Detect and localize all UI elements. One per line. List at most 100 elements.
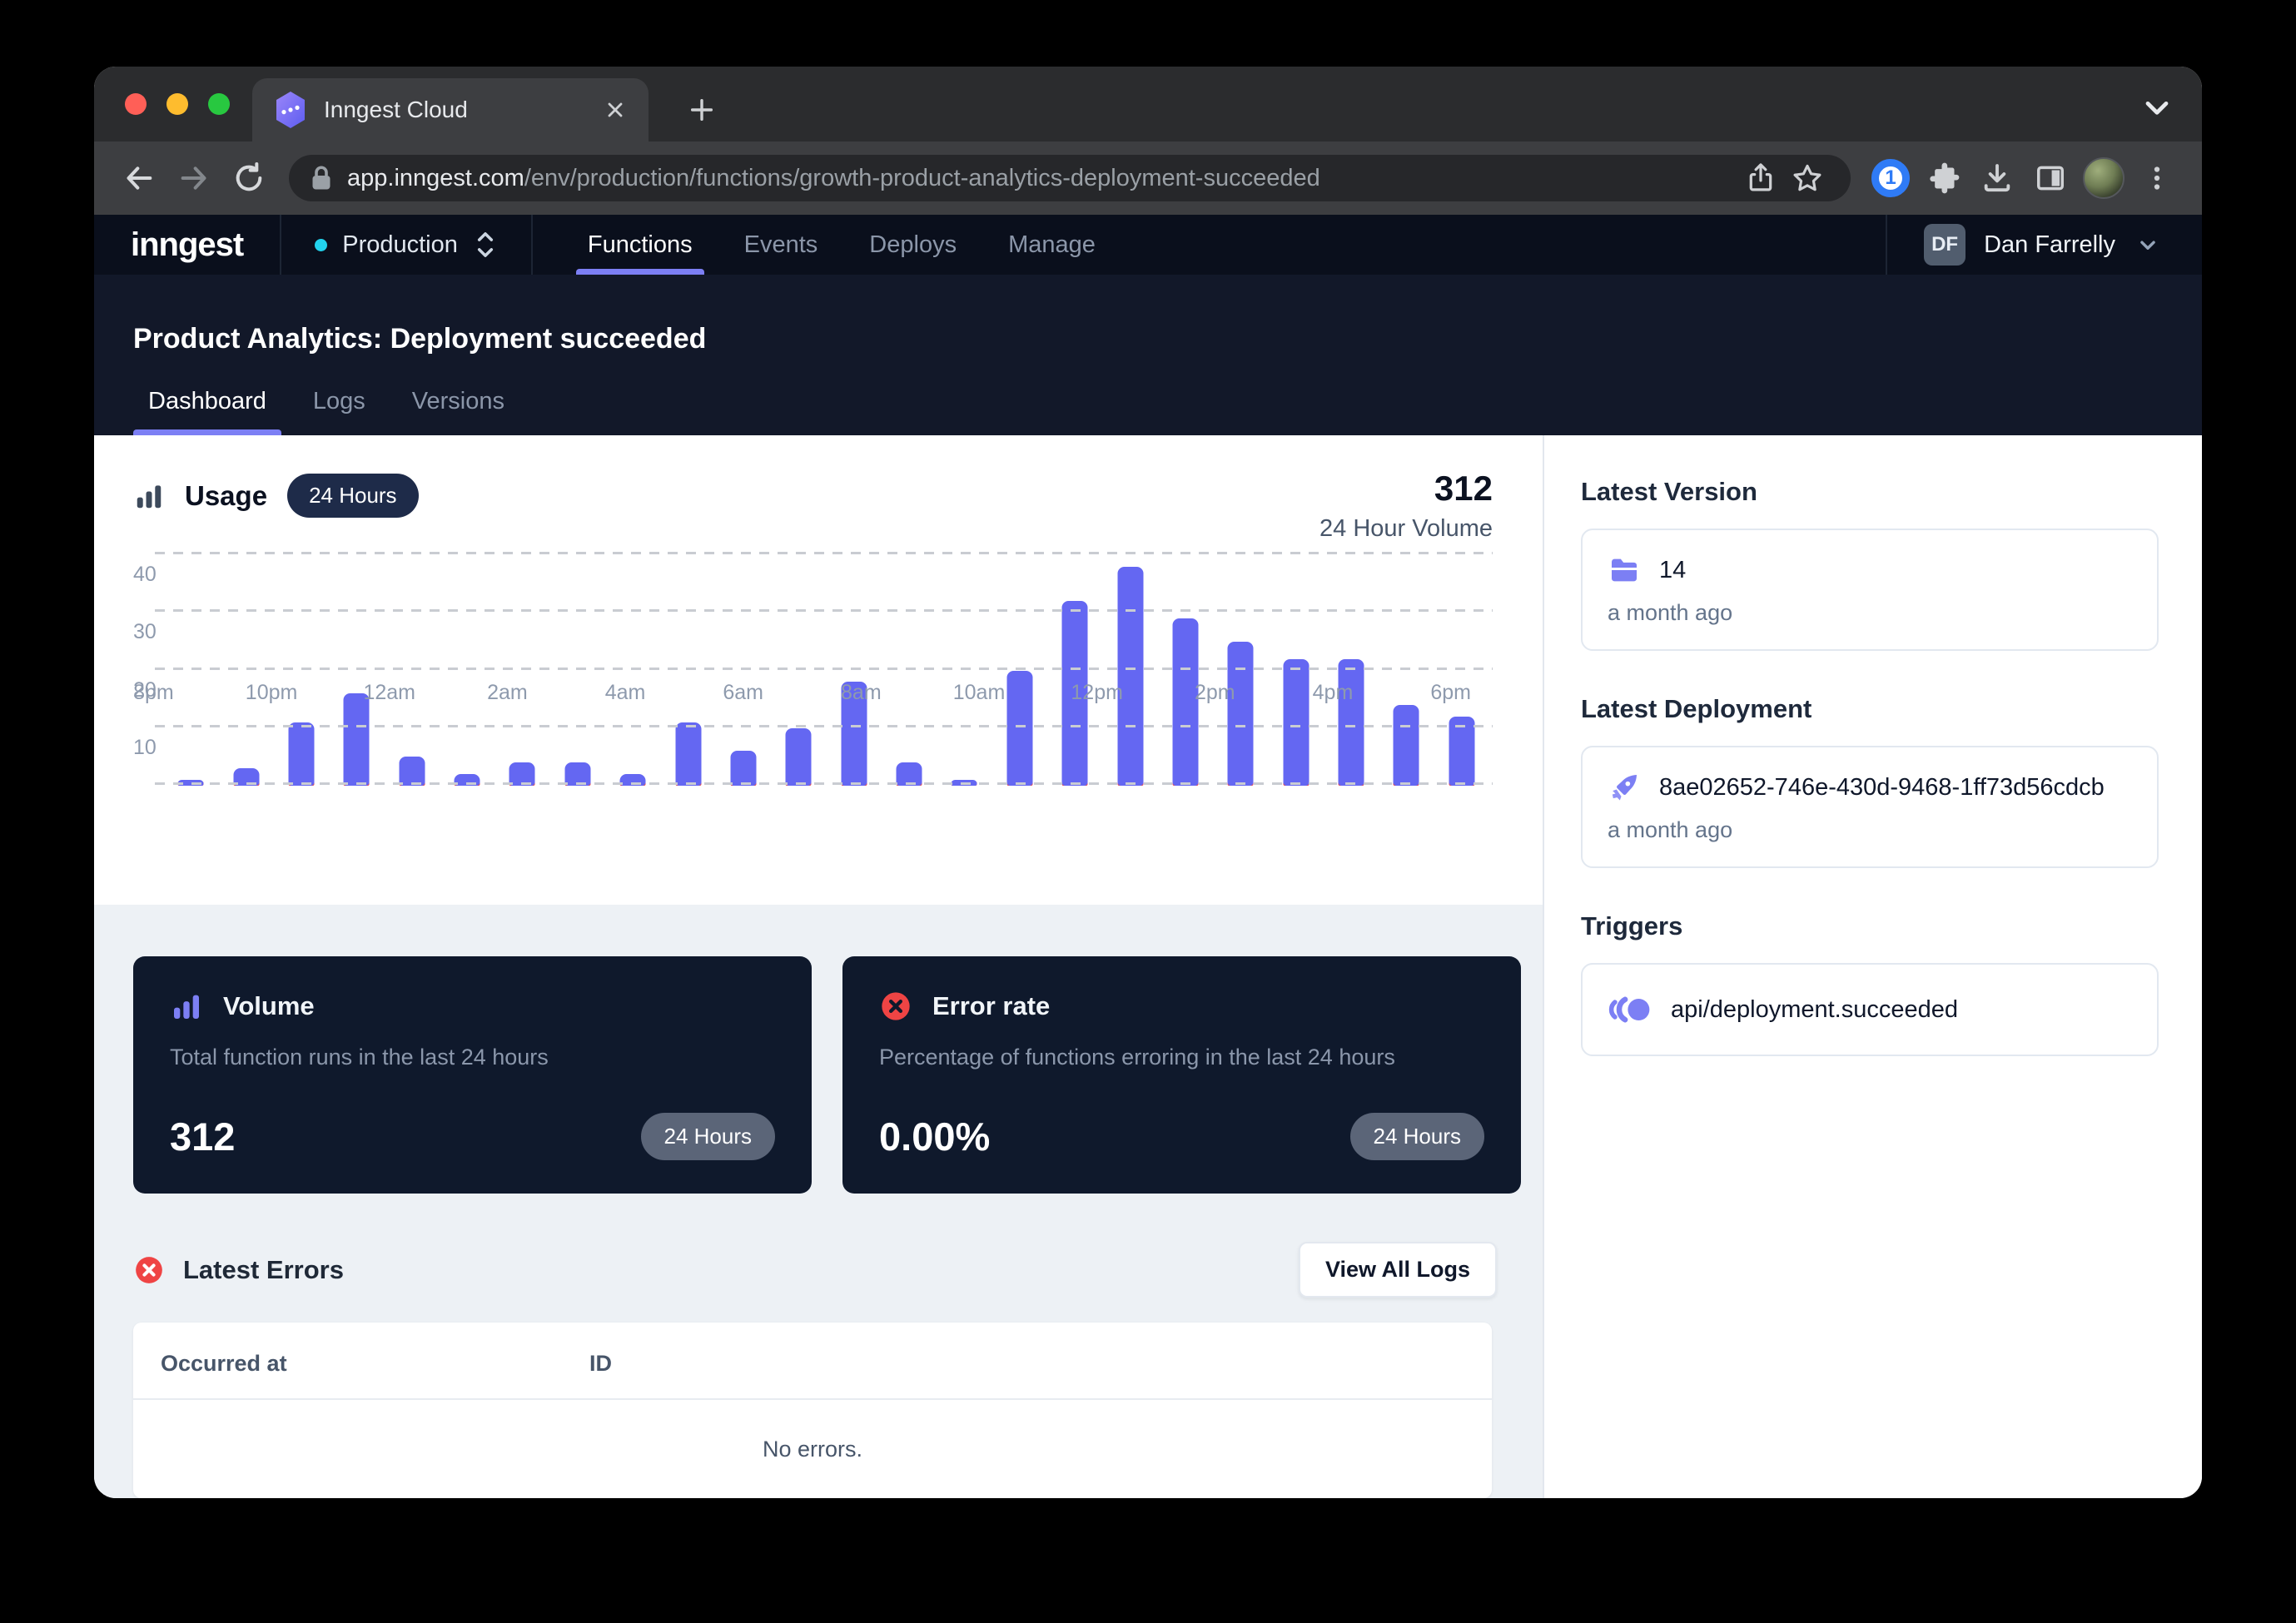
card-title: Error rate bbox=[932, 991, 1050, 1021]
fullscreen-window-button[interactable] bbox=[208, 93, 230, 115]
x-axis-label bbox=[301, 681, 360, 705]
trigger-event-icon bbox=[1608, 993, 1651, 1026]
chart-bar-8pm bbox=[163, 554, 218, 785]
browser-toolbar: app.inngest.com/env/production/functions… bbox=[94, 141, 2202, 215]
download-icon[interactable] bbox=[1974, 155, 2020, 201]
x-axis-label bbox=[773, 681, 832, 705]
x-axis-label bbox=[1362, 681, 1421, 705]
x-axis-label: 10am bbox=[950, 681, 1009, 705]
back-icon[interactable] bbox=[116, 155, 162, 201]
chart-bars bbox=[163, 554, 1489, 785]
chart-bar-4pm bbox=[1269, 554, 1324, 785]
usage-section: Usage 24 Hours 312 24 Hour Volume 102030… bbox=[94, 435, 1543, 905]
nav-item-events[interactable]: Events bbox=[723, 215, 840, 275]
volume-total-label: 24 Hour Volume bbox=[1319, 515, 1493, 543]
nav-item-manage[interactable]: Manage bbox=[986, 215, 1117, 275]
main-column: Usage 24 Hours 312 24 Hour Volume 102030… bbox=[94, 435, 1543, 1498]
x-axis-label: 8pm bbox=[124, 681, 183, 705]
usage-range-badge[interactable]: 24 Hours bbox=[287, 474, 419, 518]
url-path: /env/production/functions/growth-product… bbox=[524, 165, 1320, 191]
error-x-icon bbox=[879, 990, 912, 1023]
x-axis-label bbox=[537, 681, 596, 705]
extension-icons: 1 bbox=[1867, 155, 2180, 201]
browser-menu-icon[interactable] bbox=[2134, 155, 2180, 201]
bookmark-star-icon[interactable] bbox=[1784, 155, 1831, 201]
inngest-logo[interactable]: inngest bbox=[94, 215, 280, 275]
chart-bar-5pm bbox=[1324, 554, 1379, 785]
user-menu[interactable]: DF Dan Farrelly bbox=[1886, 215, 2202, 275]
chart-bar-1am bbox=[440, 554, 494, 785]
close-window-button[interactable] bbox=[125, 93, 147, 115]
profile-avatar[interactable] bbox=[2080, 155, 2127, 201]
onepassword-icon[interactable]: 1 bbox=[1867, 155, 1914, 201]
column-occurred-at: Occurred at bbox=[161, 1351, 589, 1377]
nav-item-functions[interactable]: Functions bbox=[566, 215, 714, 275]
sort-chevrons-icon bbox=[473, 229, 498, 261]
user-initials-avatar: DF bbox=[1924, 224, 1966, 266]
environment-selector[interactable]: Production bbox=[281, 215, 531, 275]
deployment-time: a month ago bbox=[1608, 817, 2132, 843]
page-tabs: Dashboard Logs Versions bbox=[133, 388, 2163, 435]
browser-tab[interactable]: Inngest Cloud bbox=[252, 78, 649, 141]
card-title: Volume bbox=[223, 991, 315, 1021]
latest-version-heading: Latest Version bbox=[1581, 477, 2159, 507]
chart-bar-10pm bbox=[274, 554, 329, 785]
chart-bar-12am bbox=[385, 554, 440, 785]
tab-logs[interactable]: Logs bbox=[298, 388, 380, 435]
error-x-icon bbox=[133, 1254, 165, 1286]
nav-item-deploys[interactable]: Deploys bbox=[847, 215, 978, 275]
url-bar[interactable]: app.inngest.com/env/production/functions… bbox=[289, 155, 1851, 201]
minimize-window-button[interactable] bbox=[166, 93, 188, 115]
chart-bar-12pm bbox=[1047, 554, 1102, 785]
chart-bar-3am bbox=[550, 554, 605, 785]
forward-icon[interactable] bbox=[171, 155, 217, 201]
volume-total: 312 bbox=[1319, 469, 1493, 509]
latest-deployment-card[interactable]: 8ae02652-746e-430d-9468-1ff73d56cdcb a m… bbox=[1581, 746, 2159, 868]
chart-bar-6pm bbox=[1379, 554, 1434, 785]
latest-version-card[interactable]: 14 a month ago bbox=[1581, 529, 2159, 651]
chart-bar-8am bbox=[827, 554, 882, 785]
gridline bbox=[155, 725, 1493, 727]
env-label: Production bbox=[342, 231, 458, 259]
reload-icon[interactable] bbox=[226, 155, 272, 201]
traffic-lights bbox=[125, 93, 230, 115]
chart-x-axis-labels: 8pm10pm12am2am4am6am8am10am12pm2pm4pm6pm bbox=[124, 681, 1539, 705]
url-host: app.inngest.com bbox=[347, 165, 524, 191]
tab-strip: Inngest Cloud bbox=[94, 67, 2202, 141]
tab-dashboard[interactable]: Dashboard bbox=[133, 388, 281, 435]
new-tab-button[interactable] bbox=[677, 85, 727, 135]
lock-icon[interactable] bbox=[309, 164, 334, 192]
folder-icon bbox=[1608, 553, 1641, 587]
chart-bar-3pm bbox=[1213, 554, 1268, 785]
column-id: ID bbox=[589, 1351, 612, 1377]
side-panel-icon[interactable] bbox=[2027, 155, 2074, 201]
page-title: Product Analytics: Deployment succeeded bbox=[133, 323, 2163, 355]
extensions-puzzle-icon[interactable] bbox=[1921, 155, 1967, 201]
tab-search-chevron-icon[interactable] bbox=[2139, 88, 2175, 125]
chart-bar-1pm bbox=[1102, 554, 1157, 785]
trigger-card[interactable]: api/deployment.succeeded bbox=[1581, 963, 2159, 1056]
tab-versions[interactable]: Versions bbox=[397, 388, 519, 435]
chart-bar-2am bbox=[494, 554, 549, 785]
usage-title: Usage bbox=[185, 480, 267, 512]
x-axis-label bbox=[183, 681, 242, 705]
x-axis-label: 12pm bbox=[1067, 681, 1126, 705]
chart-bar-5am bbox=[660, 554, 715, 785]
share-icon[interactable] bbox=[1737, 155, 1784, 201]
bar-chart-icon bbox=[133, 480, 165, 512]
x-axis-label: 12am bbox=[360, 681, 419, 705]
y-axis-label: 30 bbox=[133, 620, 157, 644]
view-all-logs-button[interactable]: View All Logs bbox=[1299, 1242, 1497, 1298]
chart-bar-4am bbox=[605, 554, 660, 785]
user-name: Dan Farrelly bbox=[1984, 231, 2115, 259]
gridline bbox=[155, 782, 1493, 785]
y-axis-label: 10 bbox=[133, 736, 157, 760]
error-rate-card: Error rate Percentage of functions error… bbox=[842, 956, 1521, 1194]
latest-errors-title: Latest Errors bbox=[183, 1255, 344, 1285]
x-axis-label bbox=[1245, 681, 1304, 705]
close-tab-icon[interactable] bbox=[604, 98, 627, 122]
url-text[interactable]: app.inngest.com/env/production/functions… bbox=[347, 165, 1737, 192]
card-value: 0.00% bbox=[879, 1114, 990, 1159]
chart-bar-6am bbox=[716, 554, 771, 785]
trigger-event-name: api/deployment.succeeded bbox=[1671, 996, 1958, 1024]
